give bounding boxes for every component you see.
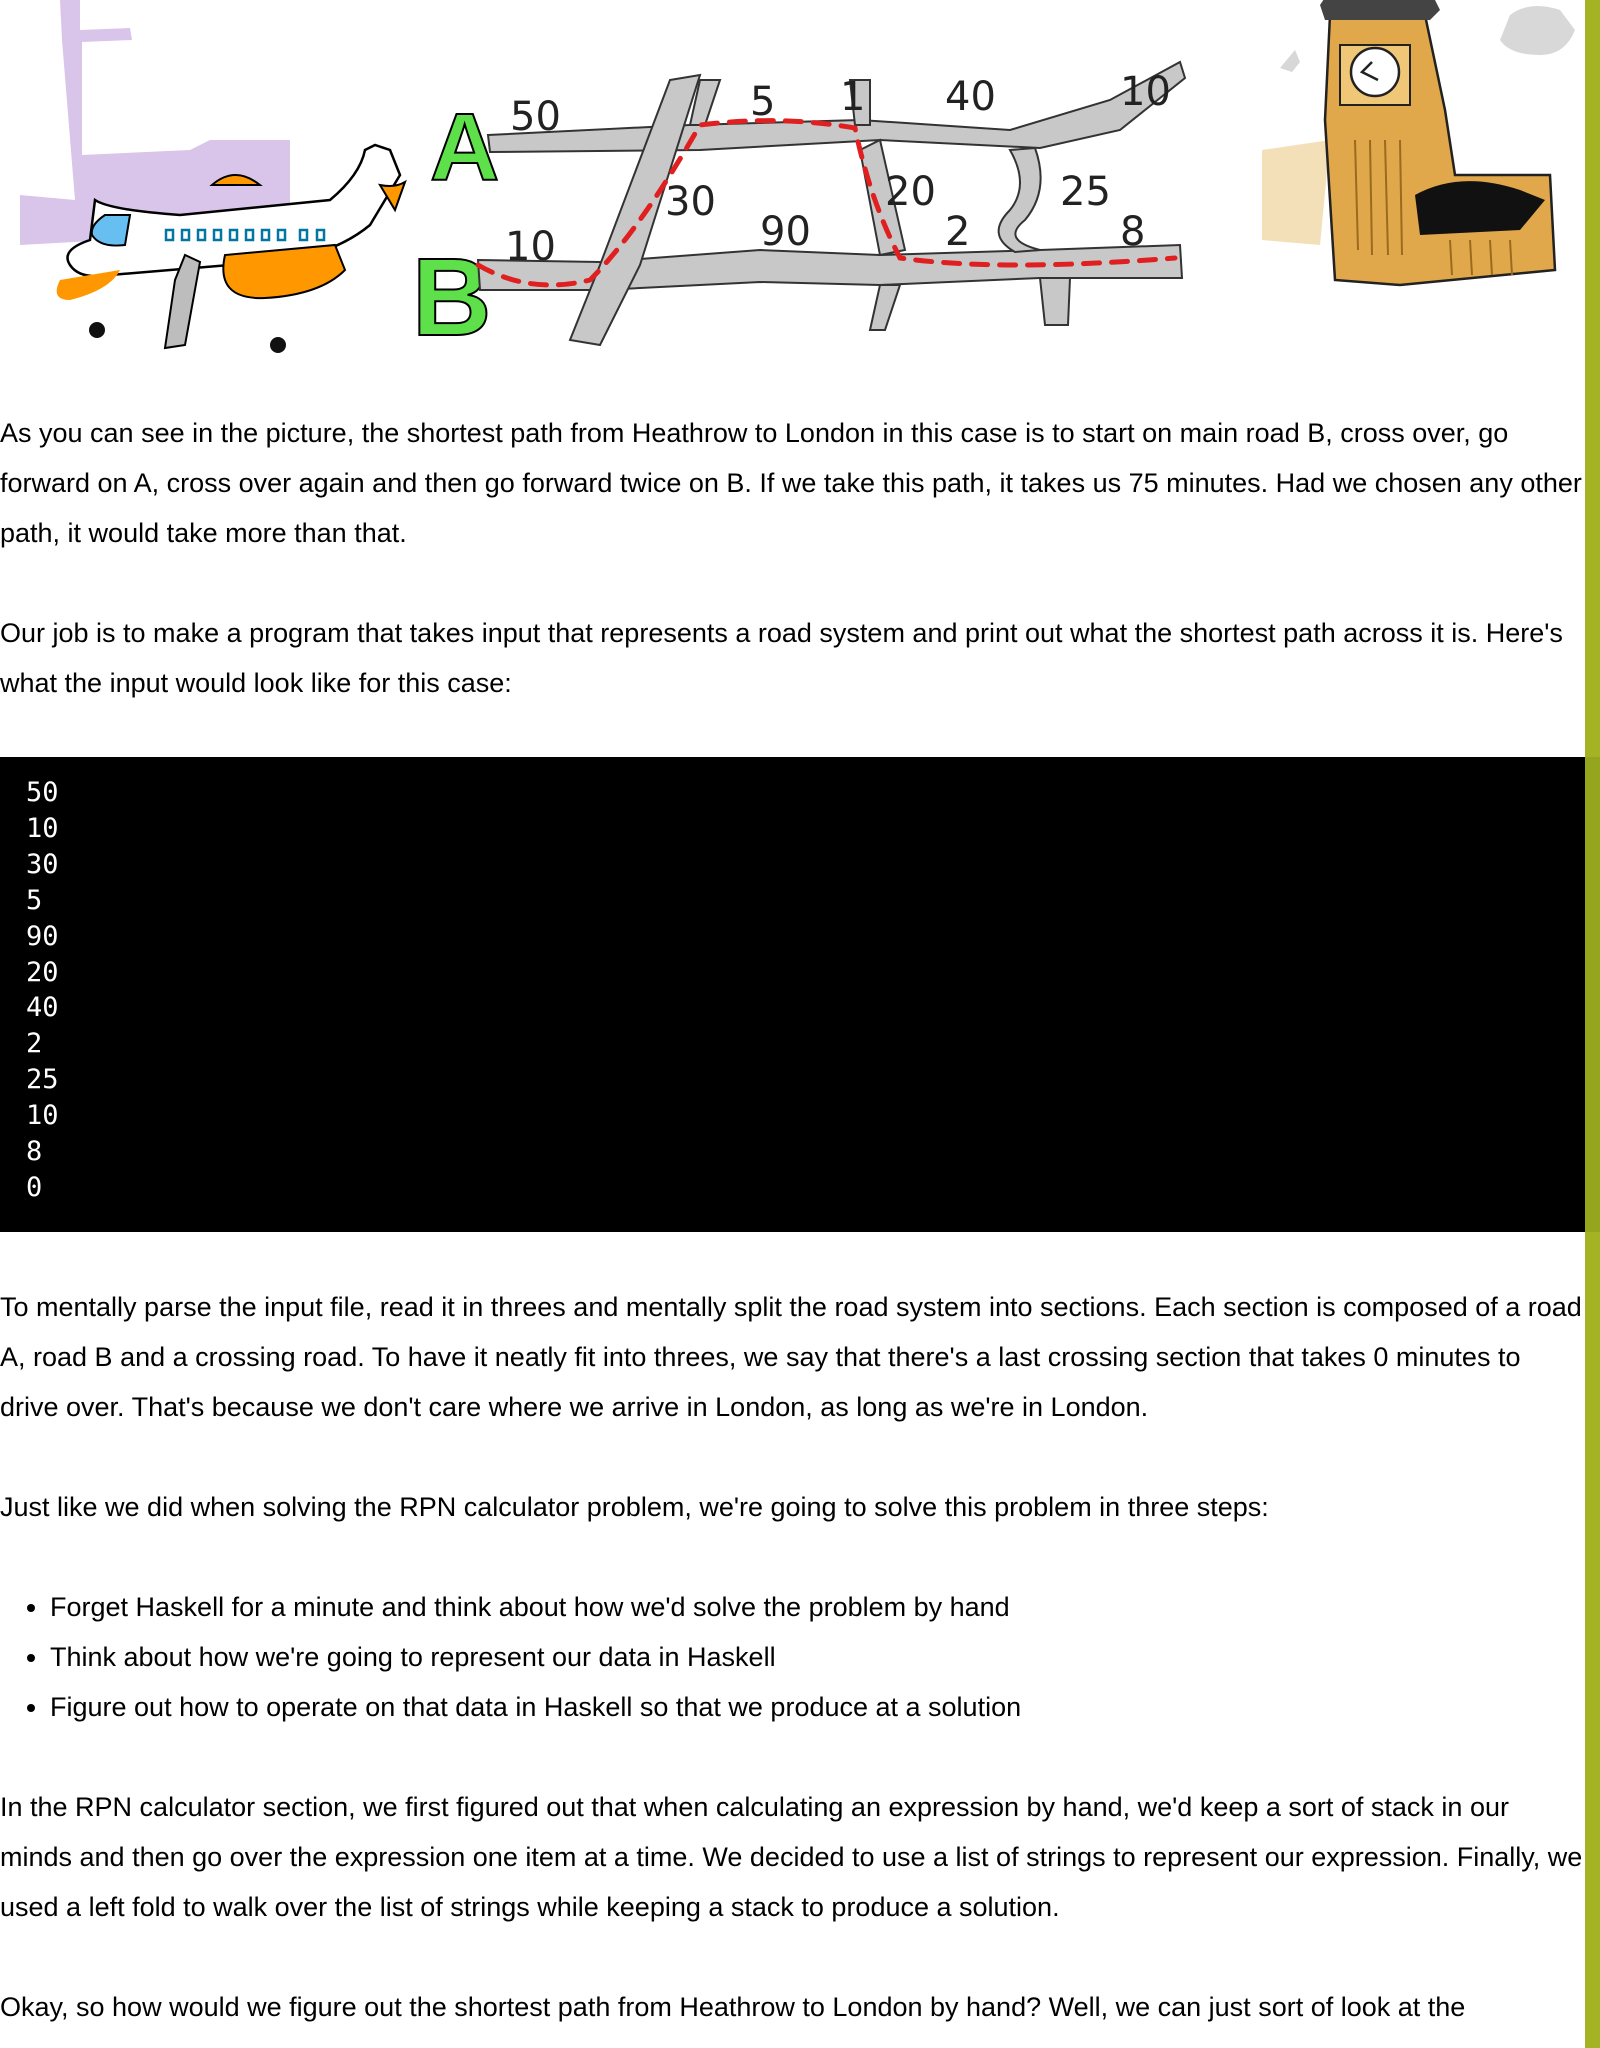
steps-list: Forget Haskell for a minute and think ab… — [0, 1582, 1021, 1732]
svg-text:5: 5 — [750, 79, 775, 125]
svg-text:30: 30 — [665, 179, 716, 225]
paragraph-by-hand: Okay, so how would we figure out the sho… — [0, 1992, 1466, 2022]
list-item: Forget Haskell for a minute and think ab… — [50, 1582, 1021, 1632]
svg-text:2: 2 — [945, 209, 970, 255]
list-item: Figure out how to operate on that data i… — [50, 1682, 1021, 1732]
svg-text:25: 25 — [1060, 169, 1111, 215]
paragraph-job-description: Our job is to make a program that takes … — [0, 618, 1563, 698]
svg-text:8: 8 — [1120, 209, 1145, 255]
big-ben-icon — [1262, 0, 1575, 287]
road-system-illustration: A B 50 5 1 40 10 30 20 25 90 2 8 10 — [0, 0, 1585, 365]
paragraph-rpn-recap: In the RPN calculator section, we first … — [0, 1792, 1583, 1922]
paragraph-parse-input: To mentally parse the input file, read i… — [0, 1292, 1582, 1422]
page: A B 50 5 1 40 10 30 20 25 90 2 8 10 As y… — [0, 0, 1600, 2048]
svg-text:10: 10 — [1120, 69, 1171, 115]
airplane-icon — [20, 0, 407, 353]
page-edge-bar-notch — [1585, 757, 1600, 1232]
svg-text:20: 20 — [885, 169, 936, 215]
road-system-drawing: A B 50 5 1 40 10 30 20 25 90 2 8 10 — [20, 0, 1575, 360]
svg-text:90: 90 — [760, 209, 811, 255]
page-edge-bar — [1585, 0, 1600, 2048]
list-item: Think about how we're going to represent… — [50, 1632, 1021, 1682]
paragraph-three-steps: Just like we did when solving the RPN ca… — [0, 1492, 1269, 1522]
road-b-label: B — [412, 236, 491, 359]
svg-text:50: 50 — [510, 94, 561, 140]
svg-text:1: 1 — [840, 74, 865, 120]
svg-text:40: 40 — [945, 74, 996, 120]
paragraph-shortest-path: As you can see in the picture, the short… — [0, 418, 1582, 548]
road-distance-labels: 50 5 1 40 10 30 20 25 90 2 8 10 — [505, 69, 1171, 270]
svg-text:10: 10 — [505, 224, 556, 270]
input-code-text: 50 10 30 5 90 20 40 2 25 10 8 0 — [26, 777, 59, 1203]
input-code-block: 50 10 30 5 90 20 40 2 25 10 8 0 — [0, 757, 1600, 1232]
